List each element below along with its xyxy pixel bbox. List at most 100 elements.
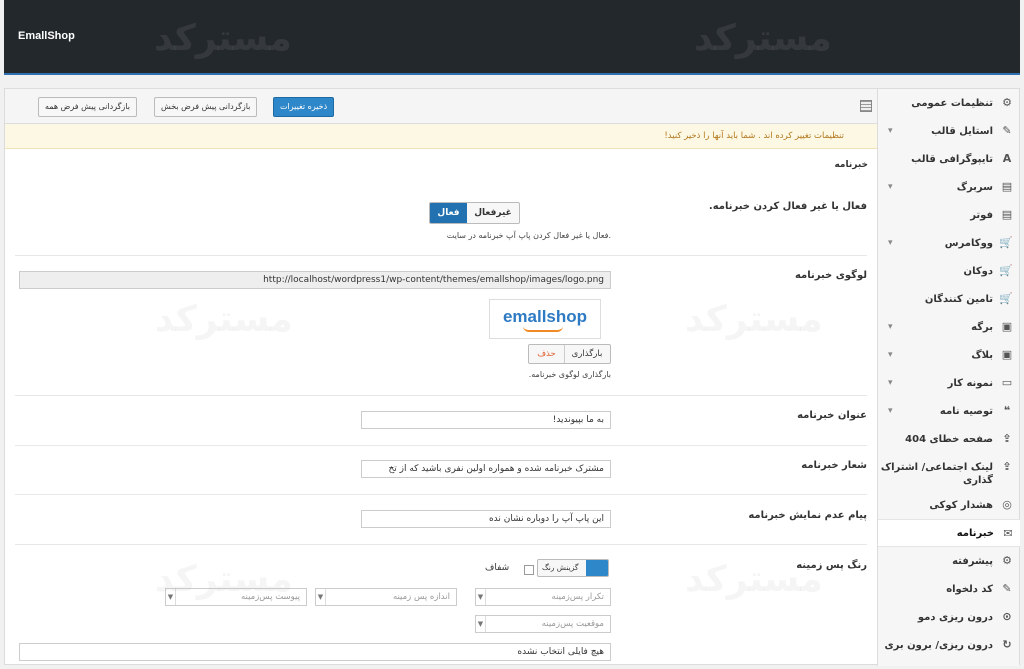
sidebar-item[interactable]: ✎ کد دلخواه [878, 575, 1019, 603]
sidebar-item-label: ووکامرس [944, 237, 993, 249]
toggle-label: فعال یا غیر فعال کردن خبرنامه. [708, 201, 867, 212]
brand-title: EmallShop [18, 30, 75, 42]
sidebar-item-label: درون ریزی/ برون بری [884, 640, 993, 651]
toggle-on-option[interactable]: فعال [430, 203, 467, 223]
title-label: عنوان خبرنامه [797, 410, 867, 421]
bg-repeat-value: تکرار پس‌زمینه [551, 592, 604, 602]
bg-repeat-select[interactable]: ▼ تکرار پس‌زمینه [475, 588, 611, 606]
chevron-down-icon[interactable]: ▾ [888, 378, 893, 388]
gear-icon: ⚙ [1002, 96, 1012, 109]
setting-row-background: رنگ پس زمینه گزینش رنگ شفاف ▼ تکرار پس‌زم… [15, 545, 867, 666]
title-field[interactable]: به ما بپیوندید! [361, 411, 611, 429]
upload-button[interactable]: بارگذاری [564, 345, 610, 363]
color-picker-button[interactable]: گزینش رنگ [537, 559, 609, 577]
chevron-down-icon[interactable]: ▾ [888, 322, 893, 332]
sidebar-item[interactable]: ▣ بلاگ ▾ [878, 341, 1019, 369]
reset-all-button[interactable]: بازگردانی پیش فرض همه [38, 97, 137, 117]
setting-row-dismiss: پیام عدم نمایش خبرنامه این پاپ آپ را دوب… [15, 495, 867, 545]
sidebar-item-label: بلاگ [971, 349, 993, 361]
sidebar-item-label: خبرنامه [956, 527, 994, 539]
sidebar-item[interactable]: ↻ درون ریزی/ برون بری [878, 631, 1019, 669]
color-picker-label: گزینش رنگ [542, 563, 579, 572]
save-button[interactable]: ذخیره تغییرات [273, 97, 335, 117]
sidebar-item-label: توصیه نامه [939, 405, 993, 417]
bg-file-field[interactable]: هیچ فایلی انتخاب نشده [19, 643, 611, 661]
sidebar-item[interactable]: A تایپوگرافی قالب [878, 145, 1019, 173]
sidebar-item-label: استایل قالب [931, 125, 993, 137]
refresh-icon: ↻ [1002, 638, 1012, 651]
sidebar-item-label: تامین کنندگان [924, 293, 993, 305]
share-icon: ⇪ [1002, 460, 1012, 473]
sidebar-item[interactable]: 🛒 ووکامرس ▾ [878, 229, 1019, 257]
slogan-label: شعار خبرنامه [801, 460, 867, 471]
bg-position-value: موقعیت پس‌زمینه [541, 619, 604, 629]
dismiss-label: پیام عدم نمایش خبرنامه [748, 510, 867, 521]
watermark: مسترکد [694, 18, 832, 59]
sidebar-item[interactable]: ▤ سربرگ ▾ [878, 173, 1019, 201]
logo-url-field[interactable]: http://localhost/wordpress1/wp-content/t… [19, 271, 611, 289]
sidebar-item-label: پیشرفته [952, 555, 993, 567]
sidebar-item[interactable]: ❝ توصیه نامه ▾ [878, 397, 1019, 425]
sidebar-item[interactable]: ⇪ لینک اجتماعی/ اشتراک گذاری [878, 453, 1019, 491]
sidebar-item[interactable]: ▭ نمونه کار ▾ [878, 369, 1019, 397]
toggle-description: .فعال یا غیر فعال کردن پاپ آپ خبرنامه در… [446, 231, 611, 240]
brush-icon: ✎ [1002, 124, 1012, 137]
sidebar-item-label: هشدار کوکی [929, 499, 993, 511]
dismiss-field[interactable]: این پاپ آپ را دوباره نشان نده [361, 510, 611, 528]
sidebar-item[interactable]: ⚙ تنظیمات عمومی [878, 89, 1019, 117]
logo-label: لوگوی خبرنامه [794, 270, 867, 281]
bg-attachment-select[interactable]: ▼ پیوست پس‌زمینه [165, 588, 307, 606]
edit-icon: ✎ [1002, 582, 1012, 595]
sidebar-item-label: برگه [971, 321, 993, 333]
newsletter-toggle[interactable]: فعال غیرفعال [429, 202, 520, 224]
sidebar-item[interactable]: 🛒 دوکان [878, 257, 1019, 285]
sidebar-item-label: تنظیمات عمومی [911, 97, 993, 109]
cart-icon: 🛒 [999, 236, 1013, 249]
sidebar-item[interactable]: ▣ برگه ▾ [878, 313, 1019, 341]
page-icon: ▣ [1001, 320, 1013, 333]
options-panel: ذخیره تغییرات بازگردانی پیش فرض بخش بازگ… [4, 88, 1020, 666]
toggle-off-option[interactable]: غیرفعال [467, 203, 519, 223]
setting-row-title: عنوان خبرنامه به ما بپیوندید! [15, 396, 867, 446]
import-icon: ⊙ [1002, 610, 1012, 623]
chevron-down-icon[interactable]: ▾ [888, 406, 893, 416]
notice-text: تنظیمات تغییر کرده اند . شما باید آنها ر… [664, 131, 844, 141]
envelope-icon: ✉ [1003, 527, 1013, 540]
sidebar-item[interactable]: ⚙ پیشرفته [878, 547, 1019, 575]
header-icon: ▤ [1001, 180, 1013, 193]
bg-label: رنگ پس زمینه [796, 560, 867, 571]
sidebar-item[interactable]: ◎ هشدار کوکی [878, 491, 1019, 519]
reset-section-button[interactable]: بازگردانی پیش فرض بخش [154, 97, 258, 117]
panel-layout-icon[interactable] [860, 100, 872, 112]
sidebar-item-label: تایپوگرافی قالب [911, 153, 993, 165]
footer-icon: ▤ [1001, 208, 1013, 221]
logo-description: بارگذاری لوگوی خبرنامه. [528, 370, 611, 379]
bg-size-select[interactable]: ▼ اندازه پس زمینه [315, 588, 457, 606]
quote-icon: ❝ [1003, 404, 1011, 417]
setting-row-logo: لوگوی خبرنامه http://localhost/wordpress… [15, 256, 867, 396]
sidebar-item[interactable]: 🛒 تامین کنندگان [878, 285, 1019, 313]
section-title: خبرنامه [834, 160, 868, 170]
color-swatch [586, 560, 608, 576]
watermark: مسترکد [154, 18, 292, 59]
cogs-icon: ⚙ [1002, 554, 1012, 567]
unsaved-notice: تنظیمات تغییر کرده اند . شما باید آنها ر… [5, 124, 878, 149]
logo-swoosh-icon [523, 326, 563, 332]
setting-row-slogan: شعار خبرنامه مشترک خبرنامه شده و همواره … [15, 446, 867, 495]
sidebar-item[interactable]: ⊙ درون ریزی دمو [878, 603, 1019, 631]
bg-position-select[interactable]: ▼ موقعیت پس‌زمینه [475, 615, 611, 633]
logo-actions: بارگذاری حذف [528, 344, 611, 364]
chevron-down-icon[interactable]: ▾ [888, 182, 893, 192]
slogan-field[interactable]: مشترک خبرنامه شده و همواره اولین نفری با… [361, 460, 611, 478]
chevron-down-icon[interactable]: ▾ [888, 350, 893, 360]
cart-icon: 🛒 [999, 292, 1013, 305]
sidebar-item-label: کد دلخواه [946, 583, 993, 595]
chevron-down-icon[interactable]: ▾ [888, 238, 893, 248]
transparent-checkbox[interactable] [524, 565, 534, 575]
sidebar-item[interactable]: ✎ استایل قالب ▾ [878, 117, 1019, 145]
remove-button[interactable]: حذف [529, 345, 565, 363]
chevron-down-icon[interactable]: ▾ [888, 126, 893, 136]
sidebar-item[interactable]: ✉ خبرنامه [878, 519, 1020, 547]
sidebar-item[interactable]: ▤ فوتر [878, 201, 1019, 229]
sidebar-item[interactable]: ⇪ صفحه خطای 404 [878, 425, 1019, 453]
